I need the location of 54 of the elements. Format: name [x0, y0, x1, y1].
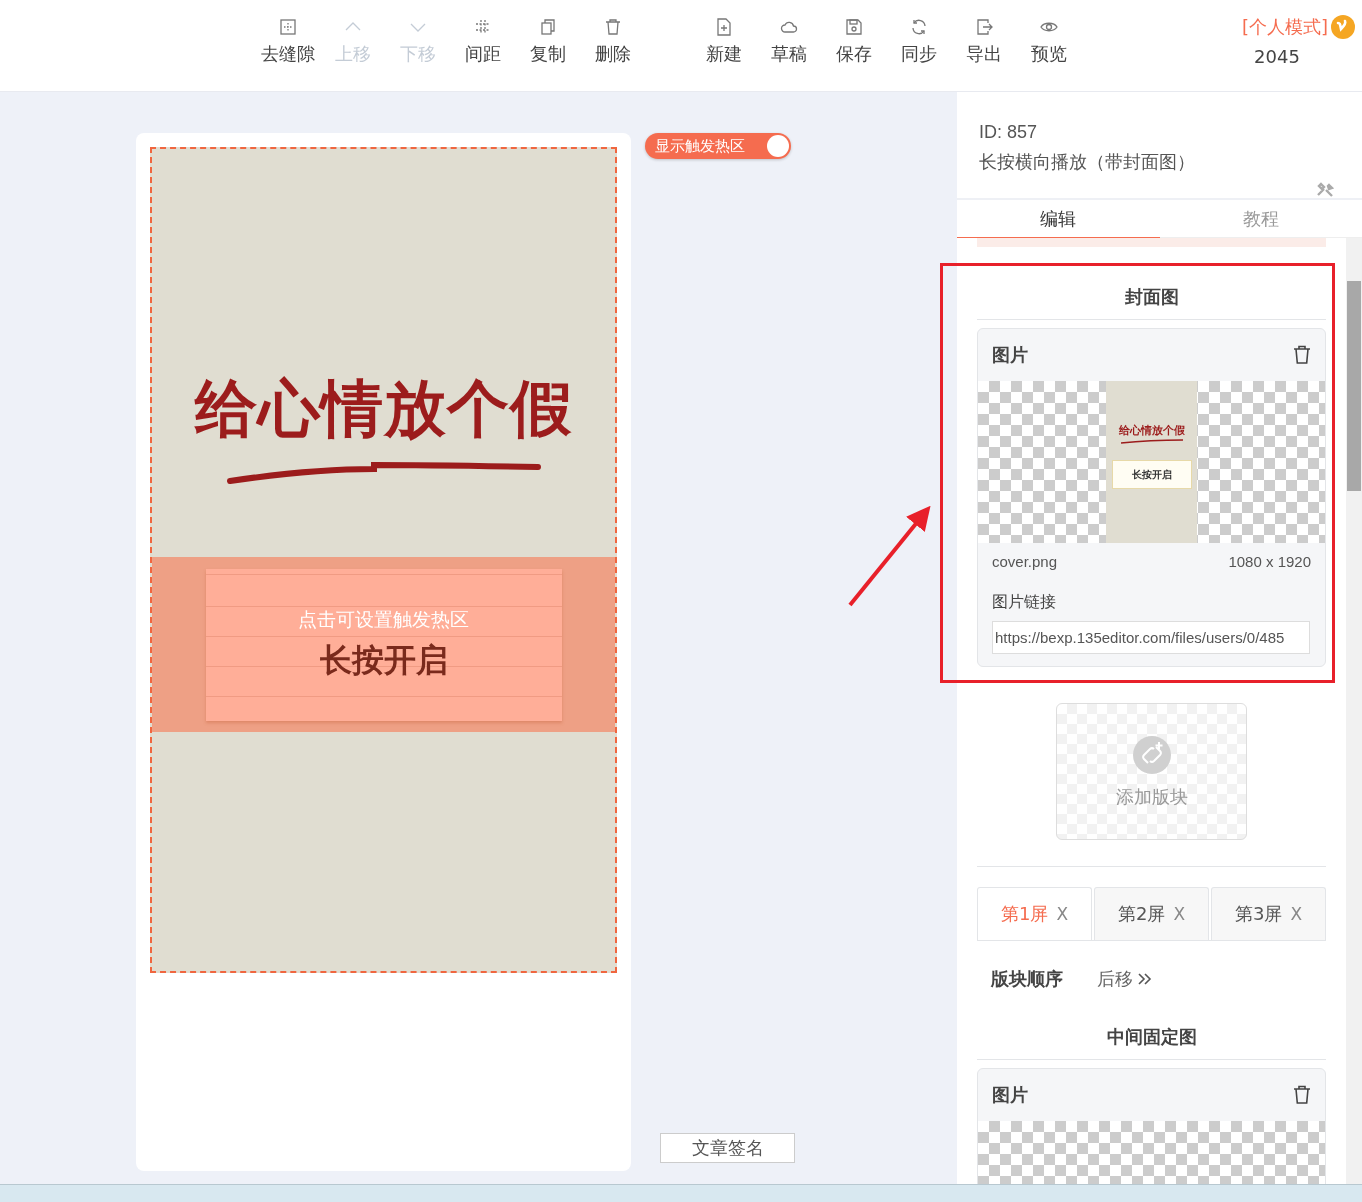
note-label: 长按开启 [319, 639, 448, 681]
field-label: 图片链接 [991, 591, 1057, 613]
toolbar-button[interactable]: 新建 [691, 18, 756, 66]
export-icon [974, 18, 993, 36]
file-name: cover.png [992, 553, 1058, 570]
thumbnail-title: 给心情放个假 [1118, 423, 1185, 438]
hotzone-hint: 点击可设置触发热区 [298, 606, 469, 632]
toolbar-button[interactable]: 预览 [1016, 18, 1081, 66]
close-button[interactable]: X [1056, 904, 1069, 924]
toolbar-button[interactable]: 删除 [580, 18, 645, 66]
move-next-button[interactable]: 后移 [1097, 967, 1153, 991]
screen-tab[interactable]: 第3屏 X [1211, 887, 1326, 940]
scrollbar-thumb[interactable] [1347, 281, 1361, 491]
copy-icon [538, 18, 557, 36]
image-dimensions: 1080 x 1920 [1228, 553, 1311, 570]
toolbar-button[interactable]: 去缝隙 [255, 18, 320, 66]
toolbar-button[interactable]: 间距 [450, 18, 515, 66]
link-add-icon [1131, 734, 1172, 775]
section-heading: 中间固定图 [977, 1011, 1326, 1060]
tools-icon [1316, 182, 1334, 198]
toolbar-button[interactable]: 复制 [515, 18, 580, 66]
brush-underline-icon [1119, 438, 1184, 444]
order-label: 版块顺序 [991, 967, 1063, 991]
scrollbar[interactable] [1346, 238, 1362, 1184]
artboard-title: 给心情放个假 [194, 371, 573, 447]
grid-square-icon [278, 18, 297, 36]
screen-tab[interactable]: 第2屏 X [1094, 887, 1209, 940]
new-file-icon [714, 18, 733, 36]
toolbar-button[interactable]: 导出 [951, 18, 1016, 66]
spacing-grid-icon [473, 18, 492, 36]
delete-button[interactable] [1293, 1085, 1311, 1105]
toolbar-button[interactable]: 保存 [821, 18, 886, 66]
vip-badge-icon [1330, 14, 1356, 40]
screen-tab[interactable]: 第1屏 X [977, 887, 1092, 940]
trash-icon [1293, 1085, 1311, 1105]
account-count: 2045 [1254, 46, 1300, 67]
card-title: 图片 [992, 1083, 1028, 1107]
trash-icon [603, 18, 622, 36]
block-name: 长按横向播放（带封面图） [979, 150, 1196, 174]
hotzone-area[interactable]: 点击可设置触发热区 长按开启 [152, 557, 615, 732]
block-id: ID: 857 [979, 121, 1039, 144]
tab-label[interactable]: 第2屏 [1117, 902, 1166, 926]
card-title: 图片 [992, 343, 1028, 367]
tab-label[interactable]: 第3屏 [1234, 902, 1283, 926]
section-heading: 封面图 [977, 271, 1326, 320]
thumbnail-note: 长按开启 [1111, 460, 1192, 489]
trash-icon [1293, 345, 1311, 365]
sync-icon [909, 18, 928, 36]
signature-button[interactable]: 文章签名 [660, 1133, 795, 1163]
toolbar-button[interactable]: 同步 [886, 18, 951, 66]
double-chevron-icon [1137, 972, 1153, 986]
link-input[interactable]: https://bexp.135editor.com/files/users/0/485 [992, 621, 1310, 654]
delete-button[interactable] [1293, 345, 1311, 365]
toolbar-button[interactable]: 草稿 [756, 18, 821, 66]
